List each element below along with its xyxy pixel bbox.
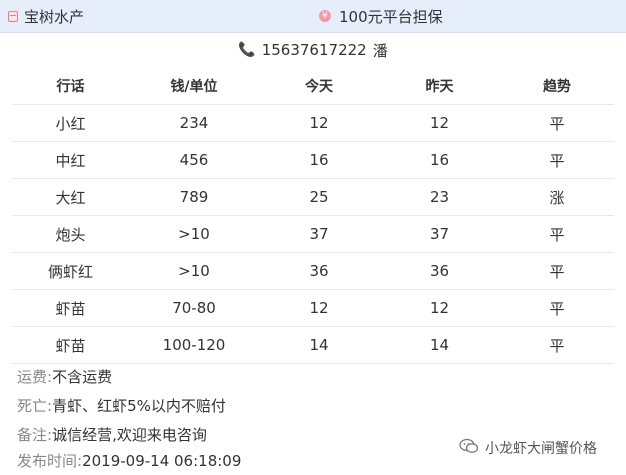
table-cell: 16	[379, 141, 500, 179]
published-value: 2019-09-14 06:18:09	[82, 452, 242, 470]
death-info: 死亡:青虾、红虾5%以内不赔付	[17, 396, 226, 416]
table-cell: 俩虾红	[12, 252, 129, 290]
table-cell: 平	[500, 252, 614, 290]
table-cell: 36	[259, 252, 379, 290]
table-cell: 中红	[12, 141, 129, 179]
note-label: 备注:	[17, 426, 53, 444]
column-header: 行话	[12, 67, 129, 105]
table-row: 虾苗 100-120 14 14 平	[12, 326, 614, 364]
top-bar: 宝树水产 ¥ 100元平台担保	[0, 0, 626, 33]
death-label: 死亡:	[17, 397, 53, 415]
published-info: 发布时间:2019-09-14 06:18:09	[17, 451, 241, 471]
watermark: 小龙虾大闸蟹价格	[459, 437, 597, 459]
table-row: 大红 789 25 23 涨	[12, 178, 614, 216]
table-cell: 小红	[12, 104, 129, 142]
column-header: 趋势	[500, 67, 614, 105]
table-cell: 14	[259, 326, 379, 364]
table-cell: 涨	[500, 178, 614, 216]
note-value: 诚信经营,欢迎来电咨询	[52, 426, 207, 444]
store-icon	[8, 10, 18, 22]
table-cell: 平	[500, 326, 614, 364]
table-cell: 789	[129, 178, 259, 216]
shipping-label: 运费:	[17, 368, 53, 386]
yen-icon: ¥	[319, 10, 331, 22]
shipping-info: 运费:不含运费	[17, 367, 112, 387]
contact-row[interactable]: 📞 15637617222 潘	[0, 34, 626, 66]
shop-name-item: 宝树水产	[8, 0, 84, 32]
guarantee-text: 100元平台担保	[339, 7, 443, 26]
contact-name: 潘	[372, 41, 388, 60]
table-cell: 12	[379, 104, 500, 142]
table-row: 俩虾红 >10 36 36 平	[12, 252, 614, 290]
death-value: 青虾、红虾5%以内不赔付	[52, 397, 226, 415]
note-info: 备注:诚信经营,欢迎来电咨询	[17, 425, 207, 445]
table-cell: 14	[379, 326, 500, 364]
table-cell: 炮头	[12, 215, 129, 253]
shipping-value: 不含运费	[52, 368, 113, 386]
table-cell: 23	[379, 178, 500, 216]
table-cell: 100-120	[129, 326, 259, 364]
column-header: 今天	[259, 67, 379, 105]
table-row: 中红 456 16 16 平	[12, 141, 614, 179]
table-cell: >10	[129, 215, 259, 253]
table-row: 炮头 >10 37 37 平	[12, 215, 614, 253]
table-header-row: 行话 钱/单位 今天 昨天 趋势	[12, 67, 614, 105]
table-cell: 12	[259, 104, 379, 142]
table-cell: 平	[500, 141, 614, 179]
table-cell: >10	[129, 252, 259, 290]
phone-number[interactable]: 15637617222	[262, 41, 367, 59]
price-table: 行话 钱/单位 今天 昨天 趋势 小红 234 12 12 平 中红 456 1…	[12, 67, 614, 364]
table-cell: 虾苗	[12, 326, 129, 364]
table-cell: 36	[379, 252, 500, 290]
column-header: 钱/单位	[129, 67, 259, 105]
table-cell: 16	[259, 141, 379, 179]
shop-name: 宝树水产	[24, 7, 85, 26]
table-cell: 12	[259, 289, 379, 327]
table-cell: 大红	[12, 178, 129, 216]
table-cell: 虾苗	[12, 289, 129, 327]
table-cell: 234	[129, 104, 259, 142]
phone-icon: 📞	[238, 42, 256, 58]
table-cell: 70-80	[129, 289, 259, 327]
table-cell: 25	[259, 178, 379, 216]
wechat-icon	[459, 438, 479, 458]
table-cell: 37	[379, 215, 500, 253]
table-row: 虾苗 70-80 12 12 平	[12, 289, 614, 327]
table-cell: 12	[379, 289, 500, 327]
column-header: 昨天	[379, 67, 500, 105]
published-label: 发布时间:	[17, 452, 83, 470]
table-row: 小红 234 12 12 平	[12, 104, 614, 142]
table-cell: 平	[500, 215, 614, 253]
watermark-text: 小龙虾大闸蟹价格	[485, 441, 597, 457]
table-cell: 37	[259, 215, 379, 253]
table-cell: 平	[500, 104, 614, 142]
table-cell: 456	[129, 141, 259, 179]
table-cell: 平	[500, 289, 614, 327]
guarantee-item: ¥ 100元平台担保	[319, 0, 443, 32]
